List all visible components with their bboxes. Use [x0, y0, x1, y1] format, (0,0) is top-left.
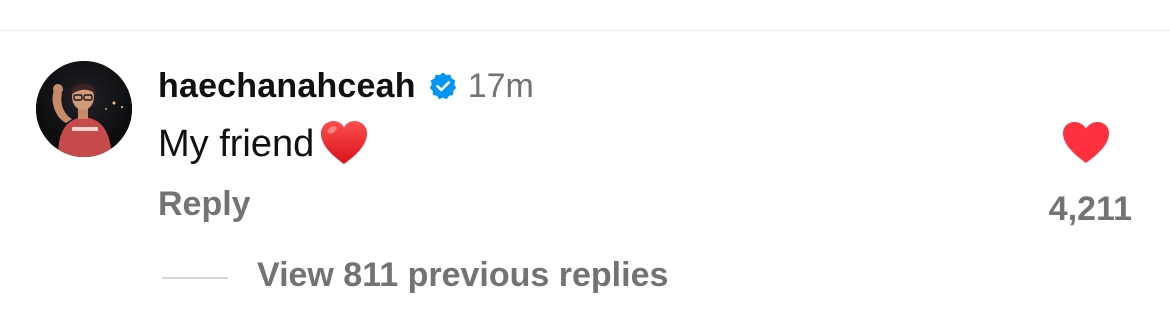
heart-icon[interactable]	[1061, 120, 1111, 166]
reply-button[interactable]: Reply	[158, 185, 251, 224]
comment-thread: haechanahceah 17m My friend Reply 4,211 …	[0, 0, 1170, 315]
comment-text: My friend	[158, 122, 315, 165]
verified-badge-icon	[428, 71, 458, 101]
like-count: 4,211	[1048, 190, 1132, 228]
avatar-image	[36, 61, 132, 157]
replies-divider-line	[162, 277, 228, 279]
comment-header: haechanahceah 17m	[158, 63, 534, 109]
red-heart-emoji-icon	[318, 118, 370, 170]
divider	[0, 30, 1170, 31]
username[interactable]: haechanahceah	[158, 67, 416, 106]
avatar[interactable]	[36, 61, 132, 157]
comment-body: My friend	[158, 116, 370, 172]
view-replies-button[interactable]: View 811 previous replies	[257, 256, 668, 295]
timestamp: 17m	[467, 66, 534, 105]
